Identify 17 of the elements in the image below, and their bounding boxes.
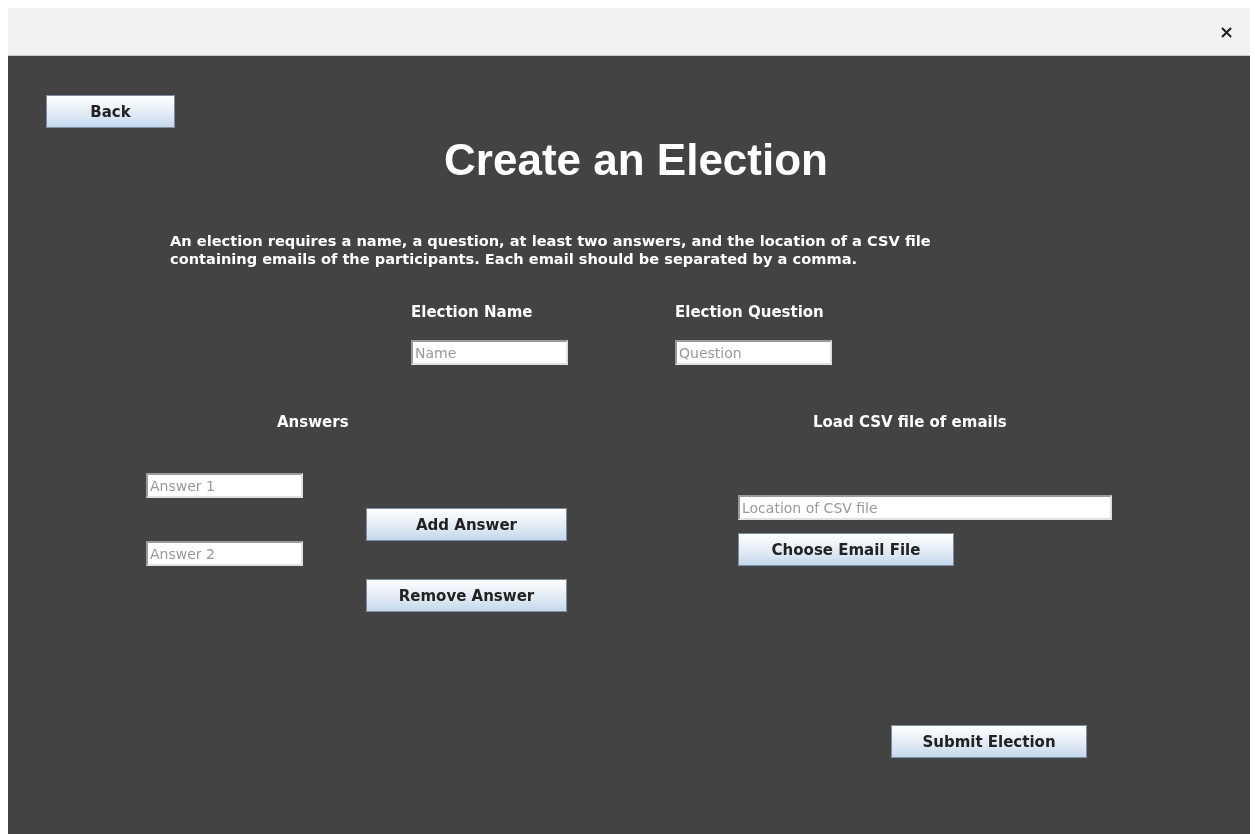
back-button[interactable]: Back — [46, 95, 175, 128]
section-label: Load CSV file of emails — [813, 413, 1008, 431]
section-label: Answers — [277, 413, 350, 431]
answer-field[interactable]: Answer 2 — [146, 541, 303, 566]
submit-button[interactable]: Submit Election — [891, 725, 1087, 758]
answer-button[interactable]: Add Answer — [366, 508, 567, 541]
answer-field[interactable]: Answer 1 — [146, 473, 303, 498]
close-button[interactable]: × — [1214, 21, 1238, 42]
page-title: Create an Election — [443, 134, 829, 186]
answer-button[interactable]: Remove Answer — [366, 579, 567, 612]
text-field[interactable]: Question — [675, 340, 832, 365]
choose-file-button[interactable]: Choose Email File — [738, 533, 954, 566]
text-field[interactable]: Name — [411, 340, 568, 365]
field-label: Election Name — [411, 303, 533, 321]
field-label: Election Question — [675, 303, 824, 321]
description-text: An election requires a name, a question, at least two answers, and the location of a CSV file containing emails of the participants. Each email should be separated by a comma. — [170, 232, 931, 268]
csv-path-field[interactable]: Location of CSV file — [738, 495, 1112, 520]
